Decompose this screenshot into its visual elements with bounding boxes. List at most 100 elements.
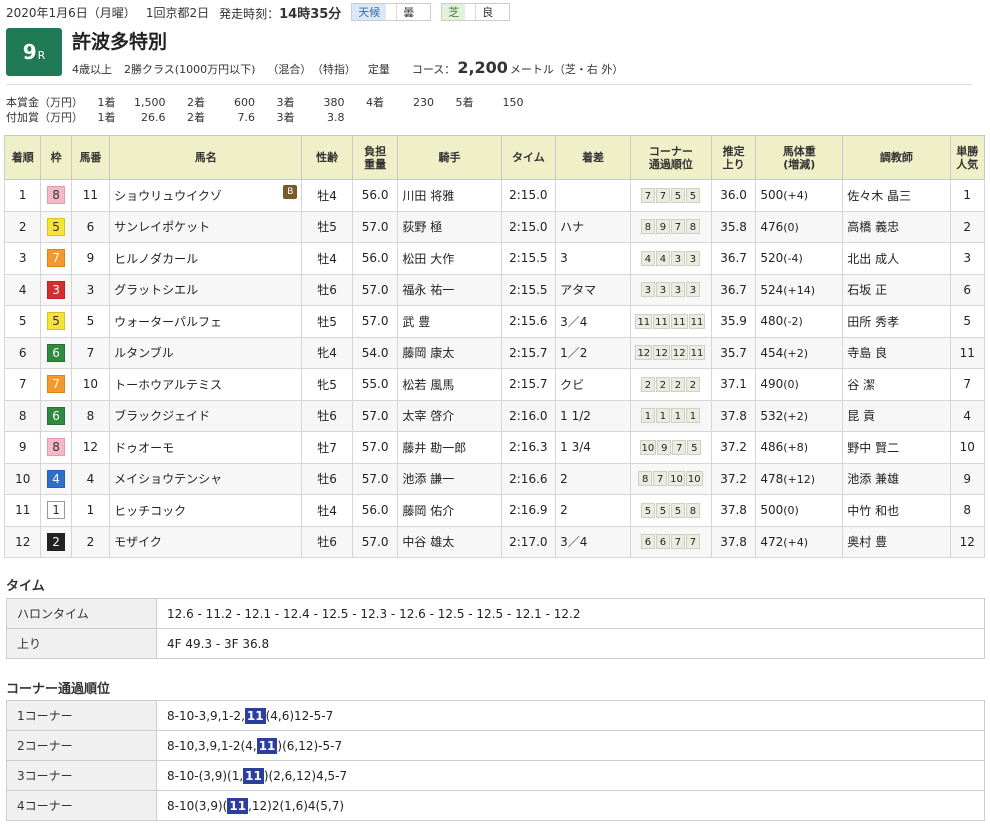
- corner-pos: 7: [670, 534, 685, 550]
- jockey-link[interactable]: 中谷 雄太: [397, 525, 502, 558]
- corner-pos: 1: [640, 408, 655, 424]
- margin: 1 3/4: [555, 431, 631, 464]
- waku-cell: 7: [40, 242, 72, 275]
- result-row: 10 4 4 メイショウテンシャ 牡6 57.0 池添 謙一 2:16.6 2 8 7 10 10 37.…: [3, 462, 985, 495]
- finish-time: 2:17.0: [500, 525, 557, 558]
- horse-name-link[interactable]: ヒルノダカール: [114, 252, 198, 266]
- corner-pos: 11: [653, 313, 670, 329]
- jockey-link[interactable]: 藤岡 康太: [397, 336, 502, 369]
- horse-name-link[interactable]: グラットシエル: [114, 283, 198, 297]
- horse-name-cell: ドゥオーモ: [109, 431, 303, 464]
- trainer-link[interactable]: 佐々木 晶三: [842, 179, 951, 212]
- trainer-link[interactable]: 北出 成人: [842, 242, 951, 275]
- horse-name-link[interactable]: ウォーターパルフェ: [114, 315, 222, 329]
- trainer-link[interactable]: 谷 潔: [842, 368, 951, 401]
- jockey-link[interactable]: 荻野 極: [397, 210, 502, 243]
- weather-value: 曇: [396, 4, 421, 20]
- corner-order: 8-10-(3,9)(1, 11)(2,6,12)4,5-7: [156, 760, 985, 791]
- trainer-link[interactable]: 昆 貢: [842, 399, 951, 432]
- rank: 10: [3, 462, 42, 495]
- header-divider: [6, 84, 972, 85]
- corner-pos: 3: [640, 282, 655, 298]
- waku-cell: 1: [40, 494, 72, 527]
- corner-positions: 5558: [629, 494, 712, 527]
- jockey-link[interactable]: 藤井 勘一郎: [397, 431, 502, 464]
- horse-name-link[interactable]: ブラックジェイド: [114, 409, 210, 423]
- highlight-horse: 11: [244, 707, 266, 724]
- trainer-link[interactable]: 池添 兼雄: [842, 462, 951, 495]
- jockey-link[interactable]: 福永 祐一: [397, 273, 502, 306]
- carried-weight: 54.0: [351, 336, 399, 369]
- horse-name-cell: ヒッチコック: [109, 494, 303, 527]
- trainer-link[interactable]: 高橋 義忠: [842, 210, 951, 243]
- finish-time: 2:15.5: [500, 242, 557, 275]
- jockey-link[interactable]: 松若 風馬: [397, 368, 502, 401]
- trainer-link[interactable]: 寺島 良: [842, 336, 951, 369]
- jockey-link[interactable]: 松田 大作: [397, 242, 502, 275]
- corner-pos: 10: [668, 471, 685, 487]
- finish-time: 2:16.9: [500, 494, 557, 527]
- horse-name-link[interactable]: ショウリュウイクゾ: [114, 189, 222, 203]
- corner-pos: 2: [640, 376, 655, 392]
- body-weight-diff: (+4): [783, 535, 809, 549]
- race-title: 許波多特別: [72, 31, 168, 53]
- rank: 2: [3, 210, 42, 243]
- corner-positions: 2222: [629, 368, 712, 401]
- last-3f: 37.8: [710, 525, 757, 558]
- horse-name-link[interactable]: モザイク: [114, 535, 162, 549]
- corner-pos: 7: [685, 534, 700, 550]
- corner-pos: 5: [685, 187, 700, 203]
- trainer-link[interactable]: 田所 秀孝: [842, 305, 951, 338]
- extra-prize-line: 付加賞（万円） 1着 26.6 2着 7.6 3着 3.8: [6, 111, 345, 124]
- jockey-link[interactable]: 藤岡 佑介: [397, 494, 502, 527]
- last-3f: 36.7: [710, 273, 757, 306]
- horse-name-link[interactable]: メイショウテンシャ: [114, 472, 222, 486]
- jockey-link[interactable]: 武 豊: [397, 305, 502, 338]
- corner-pos: 1: [670, 408, 685, 424]
- col-popularity: 単勝 人気: [949, 135, 985, 180]
- corner-pos: 5: [687, 439, 702, 455]
- horse-name-link[interactable]: サンレイポケット: [114, 220, 210, 234]
- margin: 2: [555, 494, 631, 527]
- body-weight-diff: (-4): [783, 252, 803, 266]
- corner-pos: 6: [655, 534, 670, 550]
- body-weight: 480(-2): [755, 305, 844, 338]
- jockey-link[interactable]: 川田 将雅: [397, 179, 502, 212]
- trainer-link[interactable]: 野中 賢二: [842, 431, 951, 464]
- corner-pos: 3: [655, 282, 670, 298]
- sex-age: 牡4: [301, 242, 353, 275]
- col-sexage: 性齢: [301, 135, 353, 180]
- trainer-link[interactable]: 中竹 和也: [842, 494, 951, 527]
- highlight-horse: 11: [227, 797, 249, 814]
- finish-time: 2:16.0: [500, 399, 557, 432]
- corner-pos: 9: [655, 219, 670, 235]
- result-row: 12 2 2 モザイク 牡6 57.0 中谷 雄太 2:17.0 3／4 6 6 7 7 37.8 472(…: [3, 525, 985, 558]
- horse-name-link[interactable]: ヒッチコック: [114, 504, 186, 518]
- horse-name-link[interactable]: ドゥオーモ: [114, 441, 174, 455]
- corner-label: 1コーナー: [6, 700, 157, 731]
- corner-row: 1コーナー 8-10-3,9,1-2, 11 (4,6)12-5-7: [6, 700, 985, 731]
- corner-positions: 10 9 7 5: [629, 431, 712, 464]
- horse-name-link[interactable]: ルタンブル: [114, 346, 174, 360]
- horse-name-link[interactable]: トーホウアルテミス: [114, 378, 222, 392]
- body-weight: 520(-4): [755, 242, 844, 275]
- jockey-link[interactable]: 太宰 啓介: [397, 399, 502, 432]
- corner-pos: 12: [670, 345, 688, 361]
- time-table: ハロンタイム 12.6 - 11.2 - 12.1 - 12.4 - 12.5 …: [6, 598, 985, 659]
- rank: 1: [3, 179, 42, 212]
- corner-pos: 4: [655, 250, 670, 266]
- trainer-link[interactable]: 石坂 正: [842, 273, 951, 306]
- horse-number: 10: [70, 368, 111, 401]
- horse-number: 9: [70, 242, 111, 275]
- body-weight-diff: (0): [783, 378, 799, 392]
- corner-pos: 12: [653, 345, 670, 361]
- carried-weight: 57.0: [351, 399, 399, 432]
- last-3f: 35.8: [710, 210, 757, 243]
- last-value: 4F 49.3 - 3F 36.8: [156, 628, 985, 659]
- horse-name-cell: ヒルノダカール: [109, 242, 303, 275]
- jockey-link[interactable]: 池添 謙一: [397, 462, 502, 495]
- corner-row: 2コーナー 8-10,3,9,1-2(4, 11)(6,12)-5-7: [6, 730, 985, 761]
- trainer-link[interactable]: 奥村 豊: [842, 525, 951, 558]
- waku-cell: 5: [40, 210, 72, 243]
- corner-pos: 7: [672, 439, 687, 455]
